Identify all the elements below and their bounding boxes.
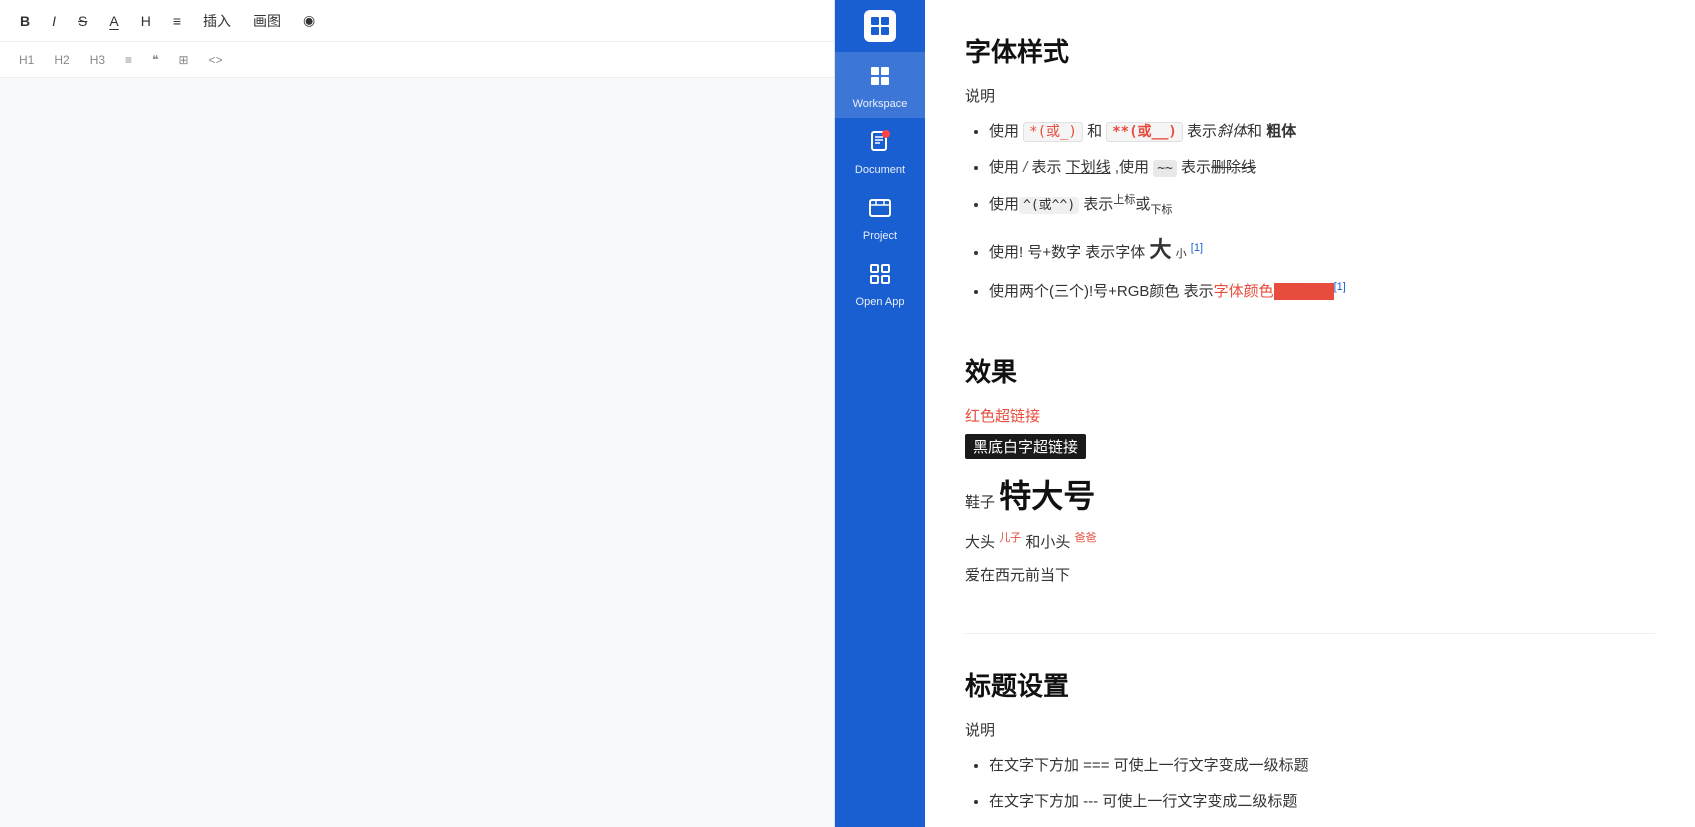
list-button[interactable]: ≡ [169,11,185,31]
italic-button[interactable]: I [48,11,60,31]
bold-button[interactable]: B [16,11,34,31]
list-item: 使用两个(三个)!号+RGB颜色 表示字体颜色背景颜色[1] [989,279,1655,304]
heading-button[interactable]: H [137,11,155,31]
quote-button[interactable]: ❝ [149,52,161,68]
sidebar-item-project[interactable]: Project [835,184,925,250]
app-logo[interactable] [835,0,925,52]
heading-setting-subtitle: 说明 [965,719,1655,740]
head-son-text: 大头 儿子 和小头 爸爸 [965,529,1655,552]
red-hyperlink[interactable]: 红色超链接 [965,405,1655,426]
strike-button[interactable]: S [74,11,91,31]
list-item: 使用^(或^^) 表示上标或下标 [989,192,1655,220]
effects-section: 效果 红色超链接 黑底白字超链接 鞋子 特大号 大头 儿子 和小头 爸爸 爱在西… [965,352,1655,585]
font-style-subtitle: 说明 [965,85,1655,106]
h2-button[interactable]: H2 [51,52,72,68]
document-label: Document [855,164,905,176]
editor-content-area[interactable] [0,78,834,827]
side-navigation: Workspace Document Project [835,0,925,827]
effects-title: 效果 [965,352,1655,389]
love-text: 爱在西元前当下 [965,564,1655,585]
view-button[interactable]: ◉ [299,10,319,31]
shoe-size-text: 鞋子 特大号 [965,471,1655,517]
font-style-title: 字体样式 [965,32,1655,69]
workspace-icon [868,64,892,94]
heading-setting-title: 标题设置 [965,666,1655,703]
table-button[interactable]: ⊞ [176,52,192,68]
sidebar-item-open-app[interactable]: Open App [835,250,925,316]
bullet-list-button[interactable]: ≡ [122,52,135,68]
font-style-list: 使用 *(或_) 和 **(或__) 表示斜体和 粗体 使用 / 表示 下划线 … [965,120,1655,304]
sidebar-item-workspace[interactable]: Workspace [835,52,925,118]
open-app-icon [868,262,892,292]
document-icon [868,130,892,160]
code-button[interactable]: <> [206,52,226,68]
main-toolbar: B I S A H ≡ 插入 画图 ◉ [0,0,834,42]
black-bg-link[interactable]: 黑底白字超链接 [965,434,1086,459]
workspace-label: Workspace [853,98,908,110]
bold-code-1: **(或__) [1106,122,1183,142]
font-color-button[interactable]: A [105,11,122,31]
heading-setting-list: 在文字下方加 === 可使上一行文字变成一级标题 在文字下方加 --- 可使上一… [965,754,1655,814]
open-app-label: Open App [856,296,905,308]
list-item: 在文字下方加 === 可使上一行文字变成一级标题 [989,754,1655,778]
insert-button[interactable]: 插入 [199,9,235,33]
logo-icon [864,10,896,42]
image-button[interactable]: 画图 [249,9,285,33]
h1-button[interactable]: H1 [16,52,37,68]
content-panel: 字体样式 说明 使用 *(或_) 和 **(或__) 表示斜体和 粗体 使用 /… [925,0,1695,827]
project-icon [868,196,892,226]
list-item: 在文字下方加 --- 可使上一行文字变成二级标题 [989,790,1655,814]
list-item: 使用! 号+数字 表示字体 大 小 [1] [989,232,1655,267]
h3-button[interactable]: H3 [87,52,108,68]
heading-setting-section: 标题设置 说明 在文字下方加 === 可使上一行文字变成一级标题 在文字下方加 … [965,666,1655,814]
project-label: Project [863,230,897,242]
list-item: 使用 / 表示 下划线 ,使用 ~~ 表示删除线 [989,156,1655,180]
sub-toolbar: H1 H2 H3 ≡ ❝ ⊞ <> [0,42,834,78]
editor-panel: B I S A H ≡ 插入 画图 ◉ H1 H2 H3 ≡ ❝ ⊞ <> [0,0,835,827]
sidebar-item-document[interactable]: Document [835,118,925,184]
font-style-section: 字体样式 说明 使用 *(或_) 和 **(或__) 表示斜体和 粗体 使用 /… [965,32,1655,304]
italic-code-1: *(或_) [1023,122,1083,142]
list-item: 使用 *(或_) 和 **(或__) 表示斜体和 粗体 [989,120,1655,144]
section-divider [965,633,1655,634]
